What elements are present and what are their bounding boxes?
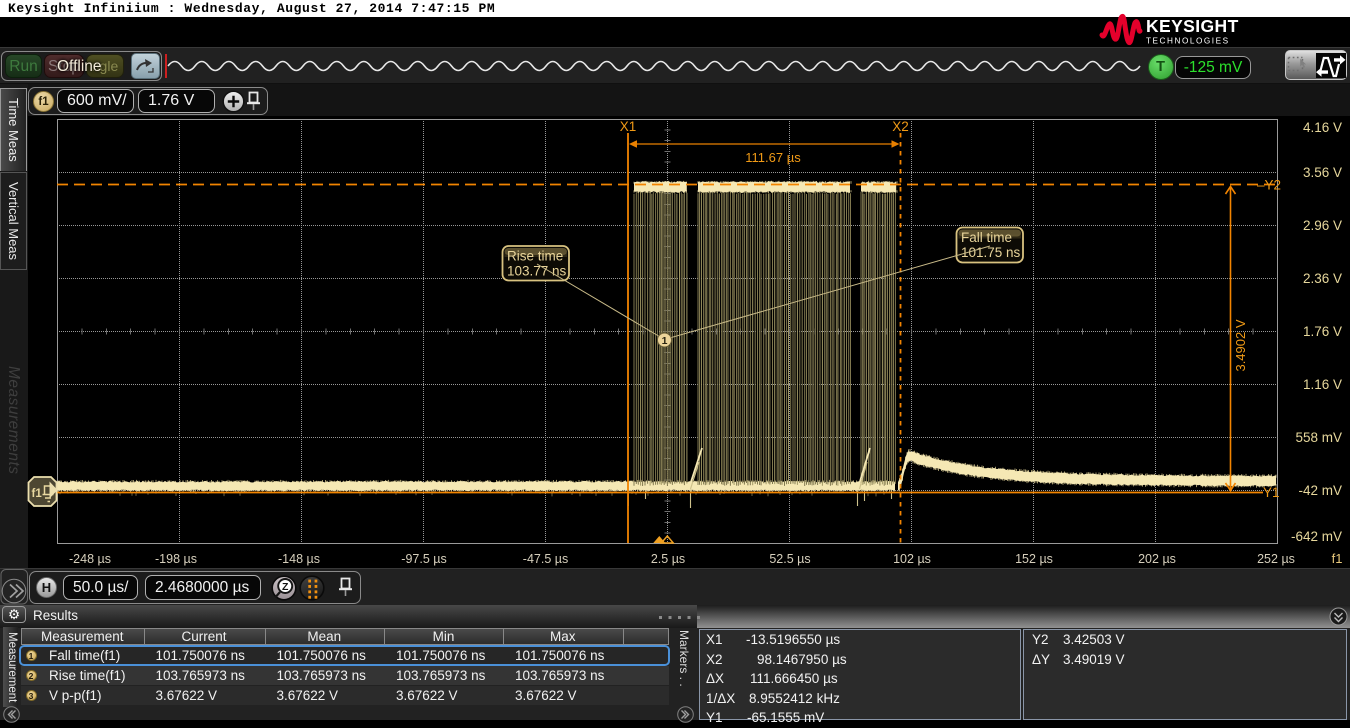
svg-text:202 µs: 202 µs	[1138, 552, 1176, 566]
svg-text:-198 µs: -198 µs	[155, 552, 197, 566]
svg-text:3.4902 V: 3.4902 V	[1233, 319, 1248, 371]
svg-text:-642 mV: -642 mV	[1291, 529, 1342, 544]
svg-text:-248 µs: -248 µs	[69, 552, 111, 566]
svg-text:Y1: Y1	[1263, 485, 1280, 500]
svg-text:Rise time: Rise time	[507, 249, 563, 264]
svg-text:1.16 V: 1.16 V	[1303, 377, 1342, 392]
svg-text:f1: f1	[32, 488, 43, 500]
svg-text:f1: f1	[1332, 551, 1343, 566]
svg-text:-97.5 µs: -97.5 µs	[401, 552, 446, 566]
svg-text:252 µs: 252 µs	[1257, 552, 1295, 566]
svg-text:1.76 V: 1.76 V	[1303, 324, 1342, 339]
svg-text:X1: X1	[620, 119, 637, 134]
svg-text:102 µs: 102 µs	[893, 552, 931, 566]
svg-text:-42 mV: -42 mV	[1298, 483, 1342, 498]
svg-text:-148 µs: -148 µs	[278, 552, 320, 566]
svg-text:2.5 µs: 2.5 µs	[651, 552, 685, 566]
svg-text:–Y2: –Y2	[1257, 178, 1281, 193]
svg-text:Fall time: Fall time	[961, 230, 1012, 245]
svg-text:2.36 V: 2.36 V	[1303, 271, 1342, 286]
svg-text:558 mV: 558 mV	[1295, 430, 1342, 445]
svg-text:152 µs: 152 µs	[1015, 552, 1053, 566]
svg-text:52.5 µs: 52.5 µs	[769, 552, 810, 566]
svg-text:1: 1	[662, 335, 668, 347]
svg-text:-47.5 µs: -47.5 µs	[523, 552, 568, 566]
svg-text:111.67 µs: 111.67 µs	[745, 150, 801, 165]
svg-text:3.56 V: 3.56 V	[1303, 165, 1342, 180]
svg-text:2.96 V: 2.96 V	[1303, 218, 1342, 233]
svg-text:4.16 V: 4.16 V	[1303, 120, 1342, 135]
svg-text:Z: Z	[282, 581, 289, 593]
svg-text:101.75 ns: 101.75 ns	[961, 245, 1021, 260]
svg-text:X2: X2	[892, 119, 909, 134]
